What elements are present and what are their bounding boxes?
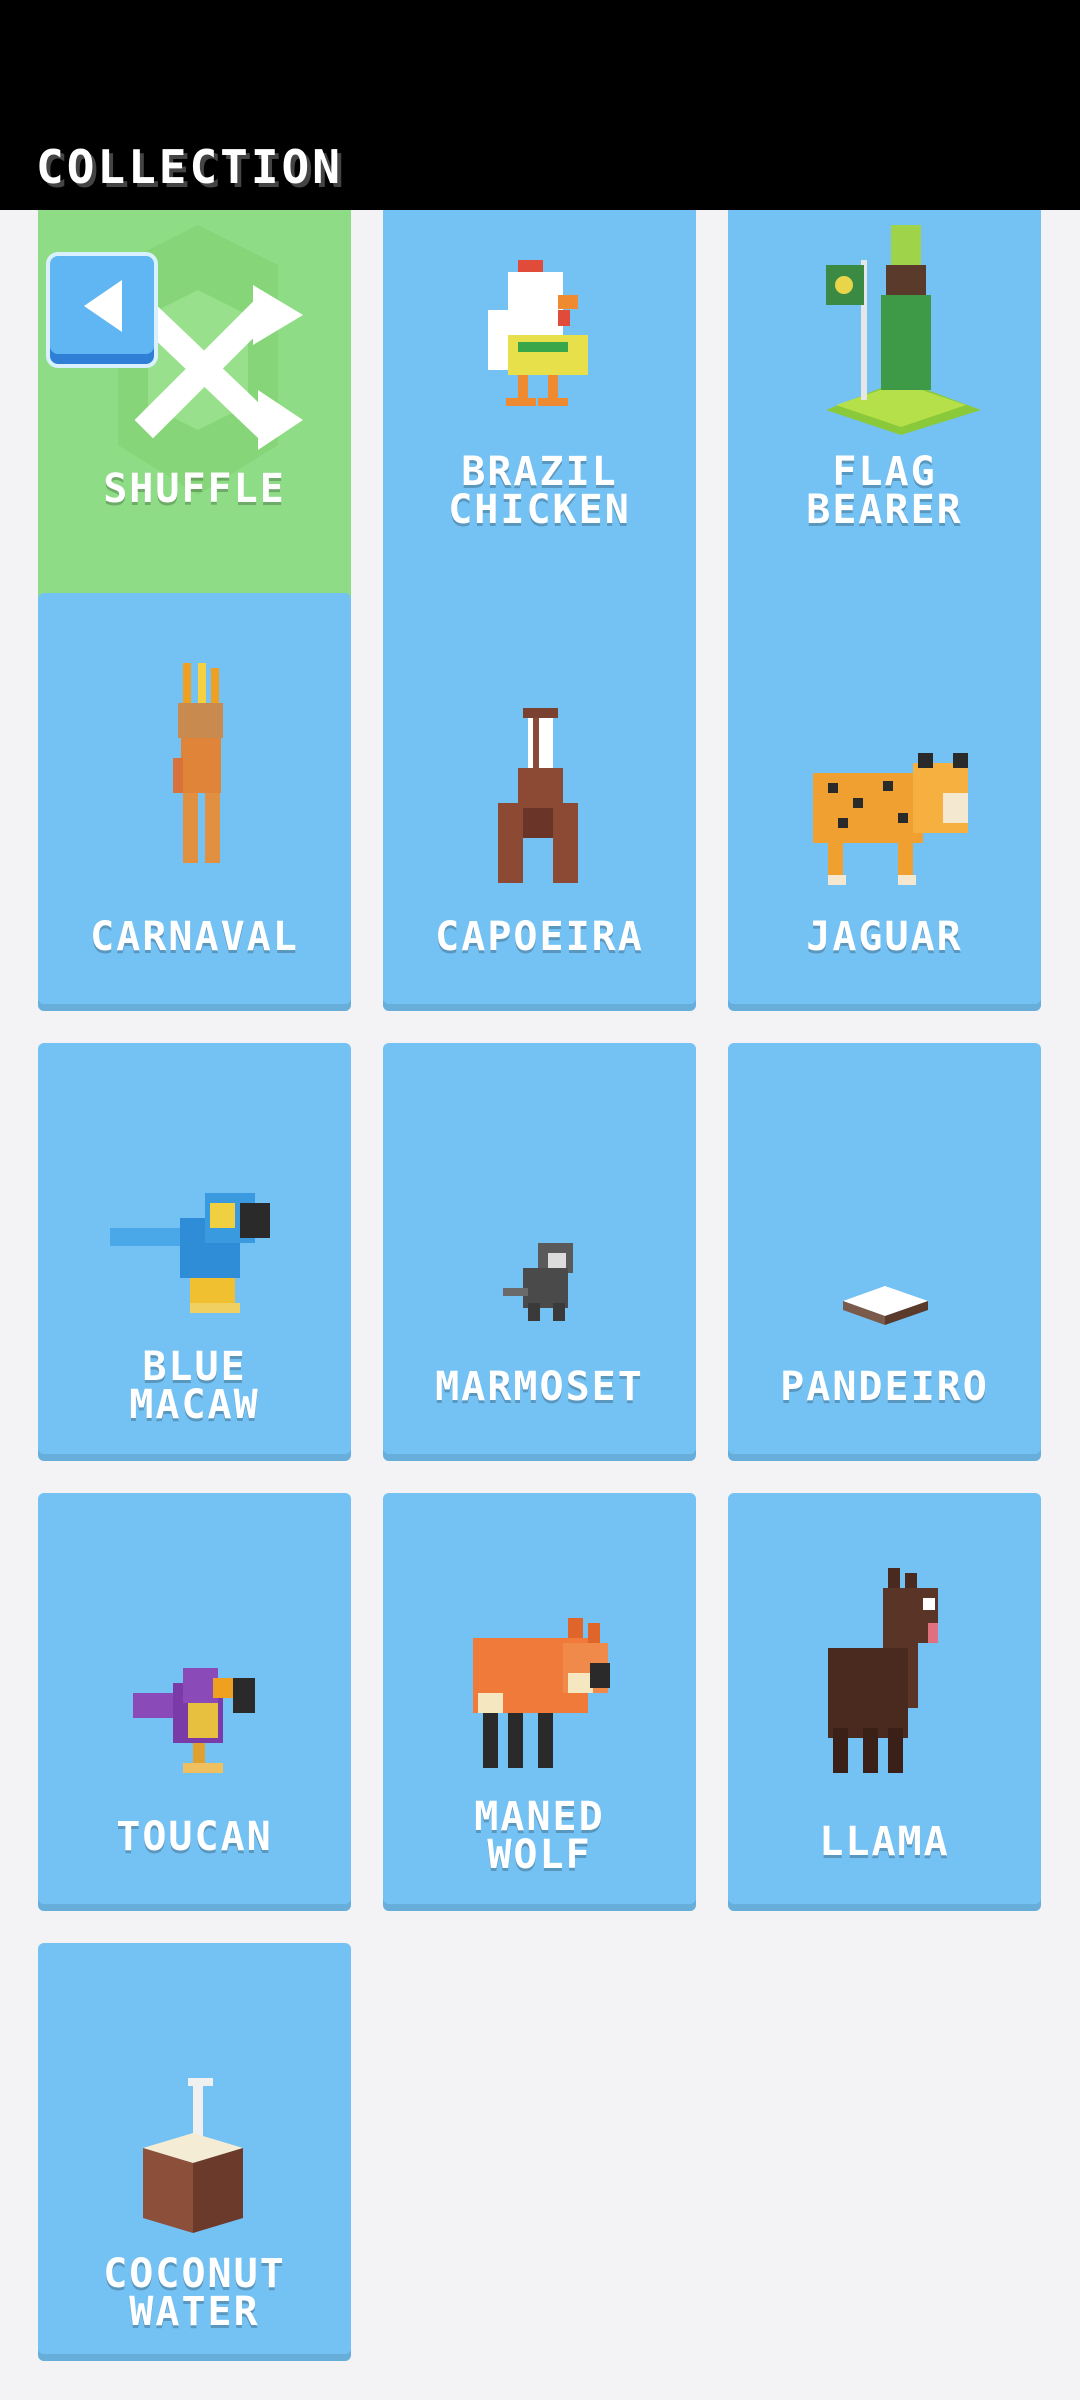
item-card-llama[interactable]: LLAMA [728, 1493, 1041, 1911]
back-arrow-icon [84, 280, 122, 332]
item-card-blue-macaw[interactable]: BLUE MACAW [38, 1043, 351, 1461]
item-label: JAGUAR [806, 914, 963, 960]
item-label: CAPOEIRA [435, 914, 644, 960]
coconut-water-icon [143, 2078, 243, 2233]
collection-grid: SHUFFLE BRAZIL CHICKEN FLAG BEARER CARNA… [0, 0, 1080, 2400]
item-card-capoeira[interactable]: CAPOEIRA [383, 593, 696, 1011]
header-bar: COLLECTION [0, 0, 1080, 210]
llama-icon [828, 1568, 938, 1773]
item-label: CARNAVAL [90, 914, 299, 960]
item-label: MANED WOLF [474, 1794, 605, 1878]
page-title: COLLECTION [36, 140, 343, 194]
item-label: FLAG BEARER [806, 449, 963, 533]
item-card-jaguar[interactable]: JAGUAR [728, 593, 1041, 1011]
item-label: MARMOSET [435, 1364, 644, 1410]
item-label: PANDEIRO [780, 1364, 989, 1410]
item-card-maned-wolf[interactable]: MANED WOLF [383, 1493, 696, 1911]
item-card-pandeiro[interactable]: PANDEIRO [728, 1043, 1041, 1461]
item-label: LLAMA [819, 1819, 950, 1865]
jaguar-icon [813, 753, 968, 885]
item-card-brazil-chicken[interactable]: BRAZIL CHICKEN [383, 195, 696, 613]
flag-bearer-icon [826, 225, 981, 435]
item-label: BLUE MACAW [129, 1344, 260, 1428]
item-card-coconut-water[interactable]: COCONUT WATER [38, 1943, 351, 2361]
item-label: COCONUT WATER [103, 2251, 286, 2335]
item-card-marmoset[interactable]: MARMOSET [383, 1043, 696, 1461]
item-label: TOUCAN [116, 1814, 273, 1860]
maned-wolf-icon [473, 1618, 610, 1768]
marmoset-icon [503, 1243, 573, 1321]
capoeira-icon [498, 708, 578, 883]
item-card-toucan[interactable]: TOUCAN [38, 1493, 351, 1911]
item-card-flag-bearer[interactable]: FLAG BEARER [728, 195, 1041, 613]
item-label: SHUFFLE [103, 466, 286, 512]
pandeiro-icon [843, 1286, 928, 1325]
chicken-icon [488, 260, 588, 406]
back-button[interactable] [46, 252, 158, 368]
macaw-icon [110, 1193, 270, 1313]
toucan-icon [133, 1668, 255, 1773]
carnaval-dancer-icon [173, 663, 223, 863]
item-label: BRAZIL CHICKEN [448, 449, 631, 533]
item-card-carnaval[interactable]: CARNAVAL [38, 593, 351, 1011]
